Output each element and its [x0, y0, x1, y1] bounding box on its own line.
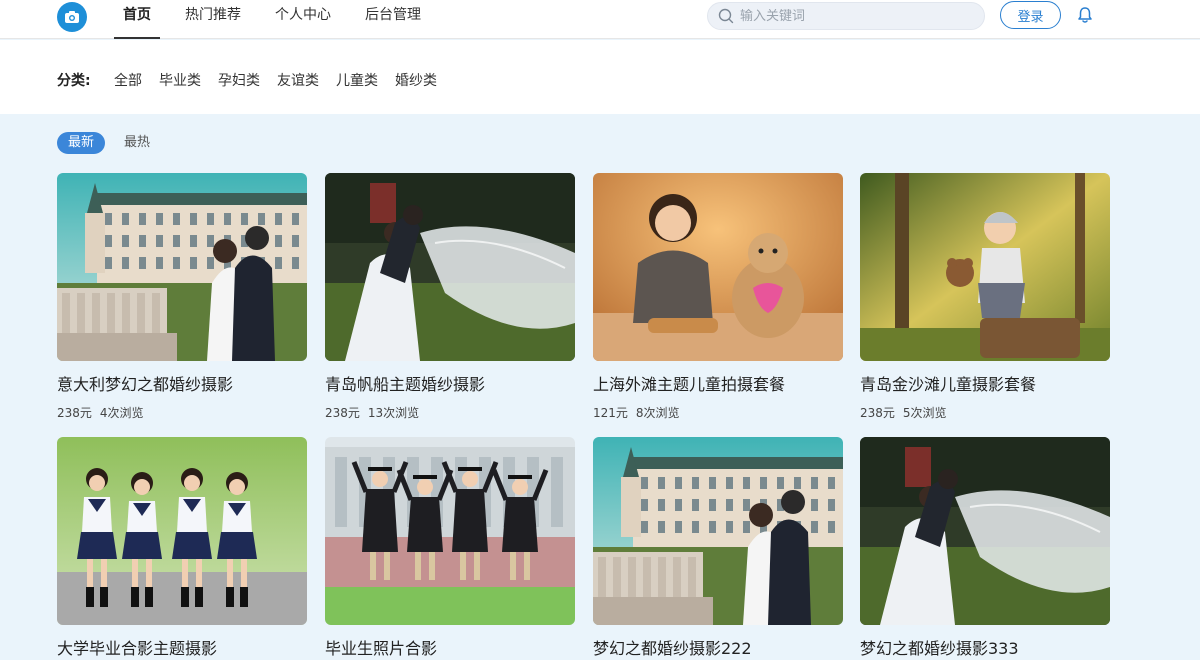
- main-nav: 首页 热门推荐 个人中心 后台管理: [114, 0, 446, 39]
- photo-illustration: [593, 173, 843, 361]
- product-title[interactable]: 青岛帆船主题婚纱摄影: [325, 371, 575, 395]
- product-card[interactable]: 大学毕业合影主题摄影: [57, 437, 307, 659]
- sort-newest-button[interactable]: 最新: [57, 132, 106, 154]
- photo-illustration: [325, 437, 575, 625]
- product-photo[interactable]: [593, 173, 843, 361]
- product-price: 238元: [57, 406, 92, 420]
- product-photo[interactable]: [860, 173, 1110, 361]
- photo-illustration: [57, 173, 307, 361]
- product-card[interactable]: 毕业生照片合影: [325, 437, 575, 659]
- nav-item-home[interactable]: 首页: [114, 0, 160, 39]
- sort-toggle: 最新 最热: [57, 132, 169, 154]
- product-photo[interactable]: [325, 173, 575, 361]
- product-card[interactable]: 意大利梦幻之都婚纱摄影 238元 4次浏览: [57, 173, 307, 421]
- product-views: 8次浏览: [635, 406, 680, 420]
- category-wedding[interactable]: 婚纱类: [395, 70, 437, 90]
- photo-illustration: [860, 173, 1110, 361]
- category-children[interactable]: 儿童类: [336, 70, 378, 90]
- top-header: 首页 热门推荐 个人中心 后台管理 登录: [0, 0, 1200, 39]
- product-photo[interactable]: [57, 437, 307, 625]
- category-graduation[interactable]: 毕业类: [159, 70, 201, 90]
- photo-illustration: [860, 437, 1110, 625]
- product-views: 4次浏览: [99, 406, 144, 420]
- product-title[interactable]: 梦幻之都婚纱摄影333: [860, 635, 1110, 659]
- product-photo[interactable]: [57, 173, 307, 361]
- product-title[interactable]: 上海外滩主题儿童拍摄套餐: [593, 371, 843, 395]
- product-price: 238元: [325, 406, 360, 420]
- product-meta: 238元 13次浏览: [325, 404, 575, 421]
- product-meta: 238元 4次浏览: [57, 404, 307, 421]
- search-input[interactable]: [740, 8, 970, 24]
- nav-item-profile[interactable]: 个人中心: [266, 0, 340, 39]
- product-card[interactable]: 青岛金沙滩儿童摄影套餐 238元 5次浏览: [860, 173, 1110, 421]
- bell-icon[interactable]: [1076, 6, 1094, 24]
- product-card[interactable]: 梦幻之都婚纱摄影333: [860, 437, 1110, 659]
- category-bar: 分类: 全部 毕业类 孕妇类 友谊类 儿童类 婚纱类: [0, 40, 1200, 114]
- product-title[interactable]: 青岛金沙滩儿童摄影套餐: [860, 371, 1110, 395]
- product-title[interactable]: 毕业生照片合影: [325, 635, 575, 659]
- product-title[interactable]: 大学毕业合影主题摄影: [57, 635, 307, 659]
- login-button[interactable]: 登录: [1000, 1, 1061, 29]
- photo-illustration: [325, 173, 575, 361]
- product-card[interactable]: 梦幻之都婚纱摄影222: [593, 437, 843, 659]
- photo-illustration: [57, 437, 307, 625]
- product-card[interactable]: 青岛帆船主题婚纱摄影 238元 13次浏览: [325, 173, 575, 421]
- product-meta: 121元 8次浏览: [593, 404, 843, 421]
- photo-illustration: [593, 437, 843, 625]
- product-title[interactable]: 意大利梦幻之都婚纱摄影: [57, 371, 307, 395]
- category-label: 分类:: [57, 73, 91, 89]
- category-friendship[interactable]: 友谊类: [277, 70, 319, 90]
- product-meta: 238元 5次浏览: [860, 404, 1110, 421]
- camera-icon[interactable]: [57, 2, 87, 32]
- category-all[interactable]: 全部: [114, 70, 142, 90]
- search-icon: [718, 8, 734, 24]
- product-views: 5次浏览: [902, 406, 947, 420]
- nav-item-admin[interactable]: 后台管理: [356, 0, 430, 39]
- product-photo[interactable]: [325, 437, 575, 625]
- product-views: 13次浏览: [367, 406, 420, 420]
- product-price: 238元: [860, 406, 895, 420]
- product-card[interactable]: 上海外滩主题儿童拍摄套餐 121元 8次浏览: [593, 173, 843, 421]
- nav-item-hot[interactable]: 热门推荐: [176, 0, 250, 39]
- category-list: 全部 毕业类 孕妇类 友谊类 儿童类 婚纱类: [114, 70, 454, 90]
- product-photo[interactable]: [593, 437, 843, 625]
- product-price: 121元: [593, 406, 628, 420]
- product-photo[interactable]: [860, 437, 1110, 625]
- product-title[interactable]: 梦幻之都婚纱摄影222: [593, 635, 843, 659]
- category-maternity[interactable]: 孕妇类: [218, 70, 260, 90]
- sort-hottest-button[interactable]: 最热: [113, 132, 161, 154]
- search-box: [707, 2, 985, 30]
